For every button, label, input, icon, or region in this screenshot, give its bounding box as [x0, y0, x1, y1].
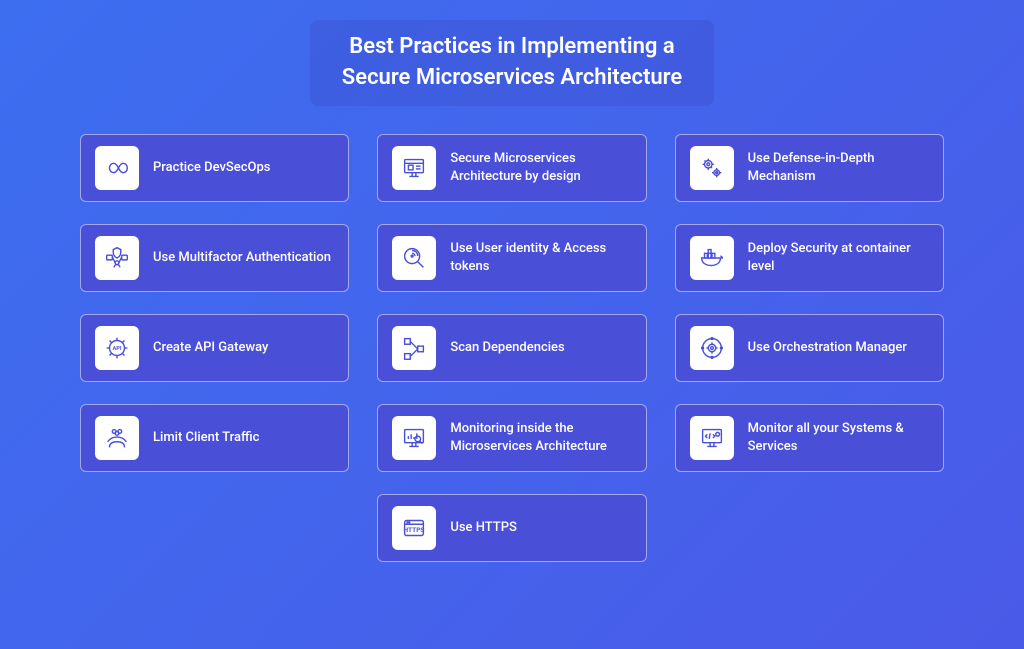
card-devsecops: Practice DevSecOps [80, 134, 349, 202]
dep-graph-icon [392, 326, 436, 370]
card-label: Use HTTPS [450, 519, 517, 537]
title-line-2: Secure Microservices Architecture [342, 65, 682, 90]
card-label: Create API Gateway [153, 339, 268, 357]
card-label: Secure Microservices Architecture by des… [450, 150, 631, 185]
card-defense-depth: Use Defense-in-Depth Mechanism [675, 134, 944, 202]
card-label: Use Orchestration Manager [748, 339, 907, 357]
card-monitor-all: Monitor all your Systems & Services [675, 404, 944, 472]
card-label: Limit Client Traffic [153, 429, 259, 447]
card-label: Use User identity & Access tokens [450, 240, 631, 275]
mfa-icon [95, 236, 139, 280]
container-icon [690, 236, 734, 280]
card-mfa: Use Multifactor Authentication [80, 224, 349, 292]
card-api-gateway: API Create API Gateway [80, 314, 349, 382]
card-container-security: Deploy Security at container level [675, 224, 944, 292]
hands-icon [95, 416, 139, 460]
infinity-icon [95, 146, 139, 190]
title-box: Best Practices in Implementing a Secure … [310, 20, 714, 106]
card-label: Monitor all your Systems & Services [748, 420, 929, 455]
card-secure-design: Secure Microservices Architecture by des… [377, 134, 646, 202]
card-label: Deploy Security at container level [748, 240, 929, 275]
card-https: HTTPS Use HTTPS [377, 494, 646, 562]
practice-grid: Practice DevSecOps Secure Microservices … [80, 134, 944, 562]
card-label: Monitoring inside the Microservices Arch… [450, 420, 631, 455]
title-line-1: Best Practices in Implementing a [349, 34, 674, 59]
card-orchestration: Use Orchestration Manager [675, 314, 944, 382]
card-label: Practice DevSecOps [153, 159, 270, 177]
svg-text:API: API [112, 345, 121, 351]
monitor-design-icon [392, 146, 436, 190]
gears-icon [690, 146, 734, 190]
card-monitor-inside: Monitoring inside the Microservices Arch… [377, 404, 646, 472]
api-gear-icon: API [95, 326, 139, 370]
page-title: Best Practices in Implementing a Secure … [342, 32, 682, 94]
card-identity-tokens: Use User identity & Access tokens [377, 224, 646, 292]
https-icon: HTTPS [392, 506, 436, 550]
svg-text:HTTPS: HTTPS [404, 525, 425, 533]
card-label: Use Defense-in-Depth Mechanism [748, 150, 929, 185]
orchestrate-icon [690, 326, 734, 370]
monitor-code-icon [690, 416, 734, 460]
card-label: Scan Dependencies [450, 339, 564, 357]
card-label: Use Multifactor Authentication [153, 249, 331, 267]
card-limit-traffic: Limit Client Traffic [80, 404, 349, 472]
fingerprint-icon [392, 236, 436, 280]
monitor-chart-icon [392, 416, 436, 460]
card-scan-deps: Scan Dependencies [377, 314, 646, 382]
